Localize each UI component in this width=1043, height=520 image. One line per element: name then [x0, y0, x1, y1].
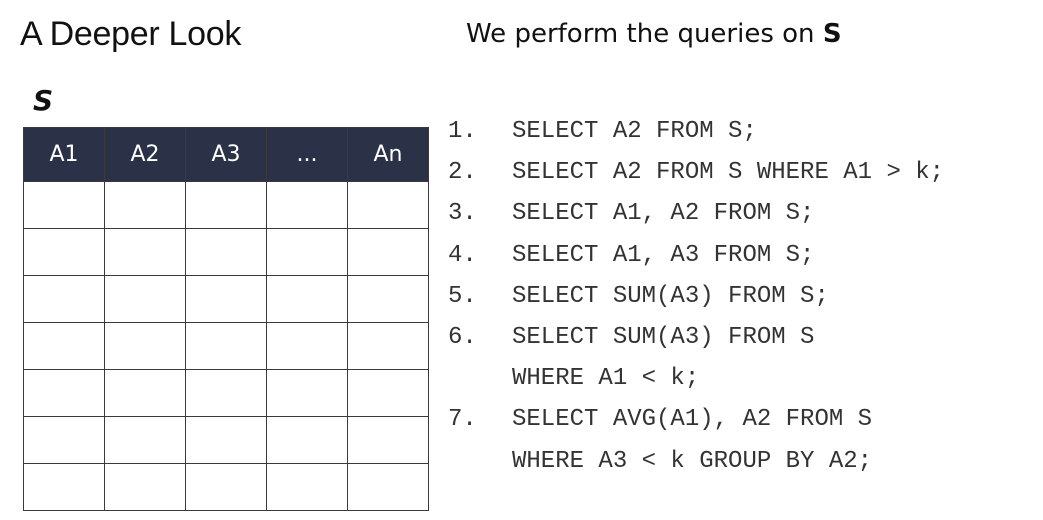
query-item: 5. SELECT SUM(A3) FROM S; — [448, 276, 944, 317]
query-continuation-line: WHERE A1 < k; — [448, 358, 944, 399]
table-cell — [104, 463, 186, 511]
query-item: 3. SELECT A1, A2 FROM S; — [448, 193, 944, 234]
table-row — [23, 369, 429, 417]
slide-title: A Deeper Look — [20, 15, 242, 53]
column-header: ... — [266, 127, 348, 182]
table-cell — [185, 416, 267, 464]
query-item: 2. SELECT A2 FROM S WHERE A1 > k; — [448, 152, 944, 193]
table-cell — [266, 416, 348, 464]
query-item: 4. SELECT A1, A3 FROM S; — [448, 235, 944, 276]
table-cell — [23, 369, 105, 417]
table-cell — [104, 369, 186, 417]
query-sql-text: SELECT A2 FROM S WHERE A1 > k; — [512, 159, 945, 187]
query-number: 3. — [448, 200, 477, 228]
table-cell — [23, 463, 105, 511]
table-cell — [266, 228, 348, 276]
query-sql-text: WHERE A3 < k GROUP BY A2; — [512, 447, 873, 475]
table-cell — [23, 416, 105, 464]
table-header-row: A1 A2 A3 ... An — [23, 127, 429, 182]
table-cell — [185, 322, 267, 370]
table-cell — [347, 416, 429, 464]
table-cell — [104, 322, 186, 370]
query-number: 4. — [448, 241, 477, 269]
slide-subtitle: We perform the queries on S — [466, 15, 842, 53]
table-cell — [23, 275, 105, 323]
table-cell — [347, 463, 429, 511]
query-number: 2. — [448, 159, 477, 187]
table-row — [23, 416, 429, 464]
table-cell — [266, 322, 348, 370]
column-header: A1 — [23, 127, 105, 182]
table-cell — [104, 228, 186, 276]
query-number: 5. — [448, 282, 477, 310]
subtitle-text: We perform the queries on — [466, 19, 823, 49]
table-cell — [347, 228, 429, 276]
column-header: An — [347, 127, 429, 182]
query-number: 6. — [448, 324, 477, 352]
query-item: 6. SELECT SUM(A3) FROM S WHERE A1 < k; — [448, 317, 944, 399]
table-row — [23, 181, 429, 229]
query-line: 6. SELECT SUM(A3) FROM S — [448, 317, 944, 358]
query-item: 7. SELECT AVG(A1), A2 FROM S WHERE A3 < k … — [448, 399, 944, 481]
table-cell — [104, 181, 186, 229]
table-cell — [104, 416, 186, 464]
table-row — [23, 463, 429, 511]
query-line: 2. SELECT A2 FROM S WHERE A1 > k; — [448, 152, 944, 193]
table-cell — [185, 463, 267, 511]
table-row — [23, 275, 429, 323]
table-cell — [347, 369, 429, 417]
query-number: 7. — [448, 406, 477, 434]
table-cell — [347, 322, 429, 370]
table-cell — [185, 181, 267, 229]
table-cell — [23, 181, 105, 229]
table-cell — [347, 275, 429, 323]
table-cell — [185, 369, 267, 417]
query-sql-text: WHERE A1 < k; — [512, 365, 700, 393]
column-header: A2 — [104, 127, 186, 182]
relation-table: A1 A2 A3 ... An — [23, 127, 429, 511]
table-cell — [104, 275, 186, 323]
query-sql-text: SELECT AVG(A1), A2 FROM S — [512, 406, 873, 434]
query-number: 1. — [448, 118, 477, 145]
query-sql-text: SELECT A1, A2 FROM S; — [512, 200, 815, 228]
table-body — [23, 181, 429, 511]
query-line: 3. SELECT A1, A2 FROM S; — [448, 193, 944, 234]
query-line: 4. SELECT A1, A3 FROM S; — [448, 235, 944, 276]
table-row — [23, 322, 429, 370]
table-cell — [23, 322, 105, 370]
column-header: A3 — [185, 127, 267, 182]
query-line: 1. SELECT A2 FROM S; — [448, 111, 944, 152]
query-sql-text: SELECT A2 FROM S; — [512, 118, 757, 145]
query-item: 1. SELECT A2 FROM S; — [448, 111, 944, 152]
table-cell — [185, 228, 267, 276]
subtitle-table-name: S — [822, 19, 842, 49]
table-cell — [347, 181, 429, 229]
table-cell — [266, 275, 348, 323]
query-sql-text: SELECT A1, A3 FROM S; — [512, 241, 815, 269]
query-line: 7. SELECT AVG(A1), A2 FROM S — [448, 399, 944, 440]
query-continuation-line: WHERE A3 < k GROUP BY A2; — [448, 441, 944, 482]
query-list: 1. SELECT A2 FROM S; 2. SELECT A2 FROM S WH… — [448, 111, 944, 482]
table-cell — [23, 228, 105, 276]
table-row — [23, 228, 429, 276]
query-sql-text: SELECT SUM(A3) FROM S; — [512, 282, 829, 310]
table-name-label: S — [33, 84, 54, 117]
query-sql-text: SELECT SUM(A3) FROM S — [512, 324, 815, 352]
table-cell — [266, 463, 348, 511]
table-cell — [266, 369, 348, 417]
query-line: 5. SELECT SUM(A3) FROM S; — [448, 276, 944, 317]
table-cell — [266, 181, 348, 229]
table-cell — [185, 275, 267, 323]
